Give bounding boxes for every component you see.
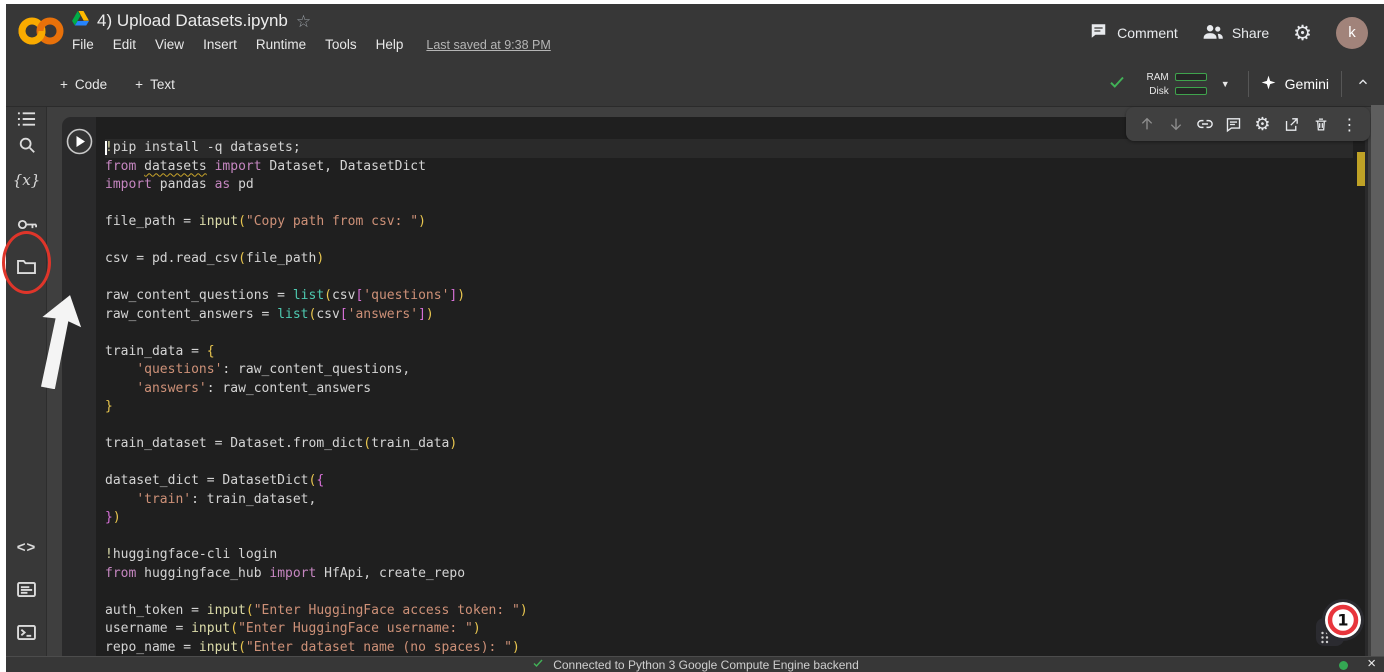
code-line[interactable]: train_dataset = Dataset.from_dict(train_…: [105, 435, 1353, 454]
last-saved-link[interactable]: Last saved at 9:38 PM: [426, 38, 550, 52]
gemini-sparkle-icon: [1261, 75, 1276, 93]
menu-runtime[interactable]: Runtime: [256, 37, 306, 52]
drive-icon: [72, 11, 89, 31]
close-statusbar-icon[interactable]: ×: [1367, 655, 1376, 672]
disk-gauge: [1175, 87, 1207, 95]
table-of-contents-icon[interactable]: [6, 107, 47, 131]
resources-dropdown-icon[interactable]: ▼: [1221, 79, 1230, 89]
code-line[interactable]: raw_content_answers = list(csv['answers'…: [105, 306, 1353, 325]
colab-logo-icon[interactable]: [18, 14, 64, 53]
copy-link-to-cell-icon[interactable]: [1192, 112, 1217, 137]
code-line[interactable]: auth_token = input("Enter HuggingFace ac…: [105, 602, 1353, 621]
code-line[interactable]: 'questions': raw_content_questions,: [105, 361, 1353, 380]
menu-file[interactable]: File: [72, 37, 94, 52]
code-cell[interactable]: !pip install -q datasets;from datasets i…: [62, 117, 1368, 656]
title-block: 4) Upload Datasets.ipynb ☆ File Edit Vie…: [72, 9, 551, 52]
command-palette-icon[interactable]: [6, 577, 47, 601]
cell-toolbar: ⚙ ⋮: [1126, 107, 1370, 141]
code-line[interactable]: raw_content_questions = list(csv['questi…: [105, 287, 1353, 306]
delete-cell-icon[interactable]: [1308, 112, 1333, 137]
code-line[interactable]: !huggingface-cli login: [105, 546, 1353, 565]
avatar[interactable]: k: [1336, 17, 1368, 49]
header: 4) Upload Datasets.ipynb ☆ File Edit Vie…: [6, 4, 1384, 61]
menu-tools[interactable]: Tools: [325, 37, 357, 52]
search-icon[interactable]: [6, 133, 47, 157]
code-line[interactable]: csv = pd.read_csv(file_path): [105, 250, 1353, 269]
code-line[interactable]: !pip install -q datasets;: [105, 139, 1353, 158]
code-line[interactable]: [105, 583, 1353, 602]
app-frame: 4) Upload Datasets.ipynb ☆ File Edit Vie…: [6, 4, 1384, 672]
code-area[interactable]: !pip install -q datasets;from datasets i…: [105, 139, 1353, 656]
notebook-scrollbar[interactable]: [1371, 105, 1384, 657]
header-actions: Comment Share ⚙ k: [1089, 4, 1368, 61]
code-line[interactable]: import pandas as pd: [105, 176, 1353, 195]
code-line[interactable]: [105, 417, 1353, 436]
code-line[interactable]: }): [105, 509, 1353, 528]
plus-icon: +: [60, 77, 68, 92]
add-text-button[interactable]: + Text: [135, 77, 175, 92]
code-line[interactable]: [105, 232, 1353, 251]
collapse-toolbar-icon[interactable]: [1354, 75, 1372, 94]
annotation-red-circle: [2, 231, 51, 294]
settings-gear-icon[interactable]: ⚙: [1293, 21, 1312, 45]
share-button[interactable]: Share: [1202, 23, 1269, 43]
step-number: 1: [1337, 611, 1348, 630]
comment-button[interactable]: Comment: [1089, 22, 1178, 43]
kernel-status-dot: [1339, 661, 1348, 670]
ram-gauge: [1175, 73, 1207, 81]
comment-icon: [1089, 22, 1108, 43]
menu-help[interactable]: Help: [376, 37, 404, 52]
menu-bar: File Edit View Insert Runtime Tools Help…: [72, 37, 551, 52]
notebook-toolbar: + Code + Text RAM Disk ▼: [6, 61, 1384, 107]
share-icon: [1202, 23, 1223, 43]
editor-settings-icon[interactable]: ⚙: [1250, 112, 1275, 137]
annotation-arrow-icon: [28, 293, 84, 394]
disk-label: Disk: [1143, 86, 1169, 97]
colab-window: 4) Upload Datasets.ipynb ☆ File Edit Vie…: [0, 0, 1384, 672]
star-icon[interactable]: ☆: [296, 13, 311, 30]
code-line[interactable]: repo_name = input("Enter dataset name (n…: [105, 639, 1353, 657]
notebook-title[interactable]: 4) Upload Datasets.ipynb: [97, 11, 288, 31]
gemini-button[interactable]: Gemini: [1261, 75, 1329, 93]
add-code-button[interactable]: + Code: [60, 77, 107, 92]
code-line[interactable]: file_path = input("Copy path from csv: "…: [105, 213, 1353, 232]
connected-check-icon: [1107, 73, 1127, 96]
menu-edit[interactable]: Edit: [113, 37, 136, 52]
code-line[interactable]: [105, 324, 1353, 343]
code-line[interactable]: from huggingface_hub import HfApi, creat…: [105, 565, 1353, 584]
terminal-icon[interactable]: [6, 620, 47, 644]
status-check-icon: [531, 656, 545, 672]
add-comment-icon[interactable]: [1221, 112, 1246, 137]
code-line[interactable]: from datasets import Dataset, DatasetDic…: [105, 158, 1353, 177]
code-line[interactable]: }: [105, 398, 1353, 417]
code-line[interactable]: [105, 528, 1353, 547]
status-bar: Connected to Python 3 Google Compute Eng…: [6, 656, 1384, 672]
code-line[interactable]: username = input("Enter HuggingFace user…: [105, 620, 1353, 639]
ram-label: RAM: [1143, 72, 1169, 83]
menu-view[interactable]: View: [155, 37, 184, 52]
variables-icon[interactable]: {x}: [6, 168, 47, 192]
move-cell-down-icon[interactable]: [1163, 112, 1188, 137]
code-line[interactable]: [105, 454, 1353, 473]
code-editor[interactable]: !pip install -q datasets;from datasets i…: [96, 117, 1365, 656]
annotation-step-badge: 1: [1312, 595, 1368, 656]
plus-icon: +: [135, 77, 143, 92]
code-line[interactable]: [105, 195, 1353, 214]
menu-insert[interactable]: Insert: [203, 37, 237, 52]
code-snippets-icon[interactable]: <>: [6, 535, 47, 559]
run-cell-button[interactable]: [66, 128, 93, 160]
resource-monitor[interactable]: RAM Disk: [1143, 72, 1207, 97]
overview-ruler-warning: [1357, 152, 1365, 186]
more-cell-actions-icon[interactable]: ⋮: [1337, 112, 1362, 137]
code-line[interactable]: [105, 269, 1353, 288]
code-line[interactable]: train_data = {: [105, 343, 1353, 362]
code-line[interactable]: dataset_dict = DatasetDict({: [105, 472, 1353, 491]
open-in-tab-icon[interactable]: [1279, 112, 1304, 137]
code-line[interactable]: 'train': train_dataset,: [105, 491, 1353, 510]
move-cell-up-icon[interactable]: [1134, 112, 1159, 137]
connection-status: Connected to Python 3 Google Compute Eng…: [553, 658, 859, 672]
code-line[interactable]: 'answers': raw_content_answers: [105, 380, 1353, 399]
